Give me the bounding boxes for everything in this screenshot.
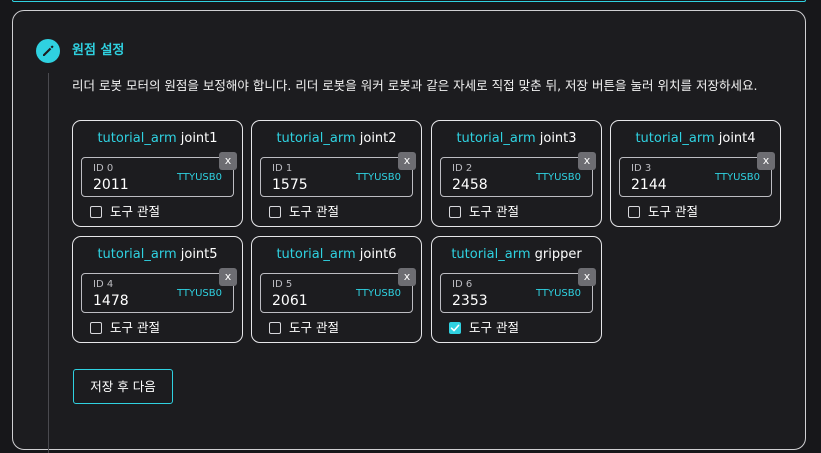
close-icon: x [224, 270, 232, 283]
motor-position: 2458 [452, 177, 488, 193]
tool-joint-checkbox[interactable]: 도구 관절 [269, 203, 339, 221]
close-icon: x [583, 154, 591, 167]
motor-card-joint6: tutorial_arm joint6 ID 5 2061 TTYUSB0 x … [251, 236, 422, 343]
motor-id: ID 3 [631, 163, 652, 174]
motor-box: ID 6 2353 TTYUSB0 [440, 273, 593, 313]
save-and-next-button[interactable]: 저장 후 다음 [73, 369, 173, 404]
joint-name: joint4 [718, 131, 756, 146]
joint-name: joint2 [359, 131, 397, 146]
calibration-panel: 원점 설정 리더 로봇 모터의 원점을 보정해야 합니다. 리더 로봇을 워커 … [12, 10, 806, 453]
card-title: tutorial_arm joint1 [73, 130, 242, 148]
motor-port: TTYUSB0 [535, 172, 581, 183]
previous-panel-edge [12, 0, 806, 2]
motor-position: 2011 [93, 177, 129, 193]
remove-motor-button[interactable]: x [219, 152, 237, 170]
motor-id: ID 6 [452, 279, 473, 290]
tool-joint-checkbox[interactable]: 도구 관절 [449, 203, 519, 221]
tool-joint-label: 도구 관절 [110, 204, 160, 219]
robot-name: tutorial_arm [276, 131, 356, 146]
motor-position: 1575 [272, 177, 308, 193]
remove-motor-button[interactable]: x [578, 268, 596, 286]
tool-joint-checkbox[interactable]: 도구 관절 [269, 319, 339, 337]
checkmark-icon [450, 324, 460, 332]
tool-joint-checkbox[interactable]: 도구 관절 [90, 203, 160, 221]
checkbox-box[interactable] [90, 322, 102, 334]
motor-id: ID 1 [272, 163, 293, 174]
motor-box: ID 5 2061 TTYUSB0 [260, 273, 413, 313]
remove-motor-button[interactable]: x [219, 268, 237, 286]
motor-id: ID 2 [452, 163, 473, 174]
tool-joint-checkbox[interactable]: 도구 관절 [628, 203, 698, 221]
remove-motor-button[interactable]: x [398, 268, 416, 286]
robot-name: tutorial_arm [635, 131, 715, 146]
motor-position: 2061 [272, 293, 308, 309]
robot-name: tutorial_arm [451, 247, 531, 262]
tool-joint-label: 도구 관절 [469, 320, 519, 335]
joint-name: gripper [534, 247, 582, 262]
motor-card-joint1: tutorial_arm joint1 ID 0 2011 TTYUSB0 x … [72, 120, 243, 227]
card-title: tutorial_arm joint2 [252, 130, 421, 148]
joint-name: joint5 [180, 247, 218, 262]
section-title: 원점 설정 [72, 43, 125, 58]
card-title: tutorial_arm gripper [432, 246, 601, 264]
motor-port: TTYUSB0 [176, 288, 222, 299]
card-title: tutorial_arm joint4 [611, 130, 780, 148]
joint-name: joint1 [180, 131, 218, 146]
motor-position: 2353 [452, 293, 488, 309]
card-title: tutorial_arm joint6 [252, 246, 421, 264]
remove-motor-button[interactable]: x [398, 152, 416, 170]
checkbox-box[interactable] [90, 206, 102, 218]
close-icon: x [762, 154, 770, 167]
motor-card-joint3: tutorial_arm joint3 ID 2 2458 TTYUSB0 x … [431, 120, 602, 227]
tool-joint-label: 도구 관절 [289, 320, 339, 335]
motor-position: 2144 [631, 177, 667, 193]
checkbox-box[interactable] [449, 206, 461, 218]
tool-joint-label: 도구 관절 [110, 320, 160, 335]
remove-motor-button[interactable]: x [578, 152, 596, 170]
motor-card-joint5: tutorial_arm joint5 ID 4 1478 TTYUSB0 x … [72, 236, 243, 343]
card-title: tutorial_arm joint3 [432, 130, 601, 148]
motor-card-gripper: tutorial_arm gripper ID 6 2353 TTYUSB0 x… [431, 236, 602, 343]
robot-name: tutorial_arm [276, 247, 356, 262]
motor-box: ID 4 1478 TTYUSB0 [81, 273, 234, 313]
section-description: 리더 로봇 모터의 원점을 보정해야 합니다. 리더 로봇을 워커 로봇과 같은… [72, 78, 758, 93]
checkbox-box[interactable] [628, 206, 640, 218]
motor-box: ID 0 2011 TTYUSB0 [81, 157, 234, 197]
motor-box: ID 2 2458 TTYUSB0 [440, 157, 593, 197]
pencil-icon [36, 39, 60, 63]
step-connector-line [48, 73, 49, 453]
joint-name: joint3 [539, 131, 577, 146]
close-icon: x [403, 154, 411, 167]
motor-port: TTYUSB0 [355, 288, 401, 299]
checkbox-box[interactable] [269, 206, 281, 218]
motor-position: 1478 [93, 293, 129, 309]
robot-name: tutorial_arm [97, 131, 177, 146]
motor-id: ID 0 [93, 163, 114, 174]
tool-joint-label: 도구 관절 [289, 204, 339, 219]
checkbox-box[interactable] [269, 322, 281, 334]
motor-id: ID 5 [272, 279, 293, 290]
motor-box: ID 3 2144 TTYUSB0 [619, 157, 772, 197]
checkbox-box[interactable] [449, 322, 461, 334]
motor-card-joint2: tutorial_arm joint2 ID 1 1575 TTYUSB0 x … [251, 120, 422, 227]
tool-joint-label: 도구 관절 [469, 204, 519, 219]
motor-id: ID 4 [93, 279, 114, 290]
motor-port: TTYUSB0 [355, 172, 401, 183]
tool-joint-checkbox[interactable]: 도구 관절 [90, 319, 160, 337]
tool-joint-checkbox[interactable]: 도구 관절 [449, 319, 519, 337]
robot-name: tutorial_arm [97, 247, 177, 262]
tool-joint-label: 도구 관절 [648, 204, 698, 219]
close-icon: x [224, 154, 232, 167]
remove-motor-button[interactable]: x [757, 152, 775, 170]
close-icon: x [583, 270, 591, 283]
joint-name: joint6 [359, 247, 397, 262]
close-icon: x [403, 270, 411, 283]
motor-box: ID 1 1575 TTYUSB0 [260, 157, 413, 197]
motor-card-joint4: tutorial_arm joint4 ID 3 2144 TTYUSB0 x … [610, 120, 781, 227]
motor-port: TTYUSB0 [535, 288, 581, 299]
motor-port: TTYUSB0 [176, 172, 222, 183]
card-title: tutorial_arm joint5 [73, 246, 242, 264]
motor-port: TTYUSB0 [714, 172, 760, 183]
robot-name: tutorial_arm [456, 131, 536, 146]
